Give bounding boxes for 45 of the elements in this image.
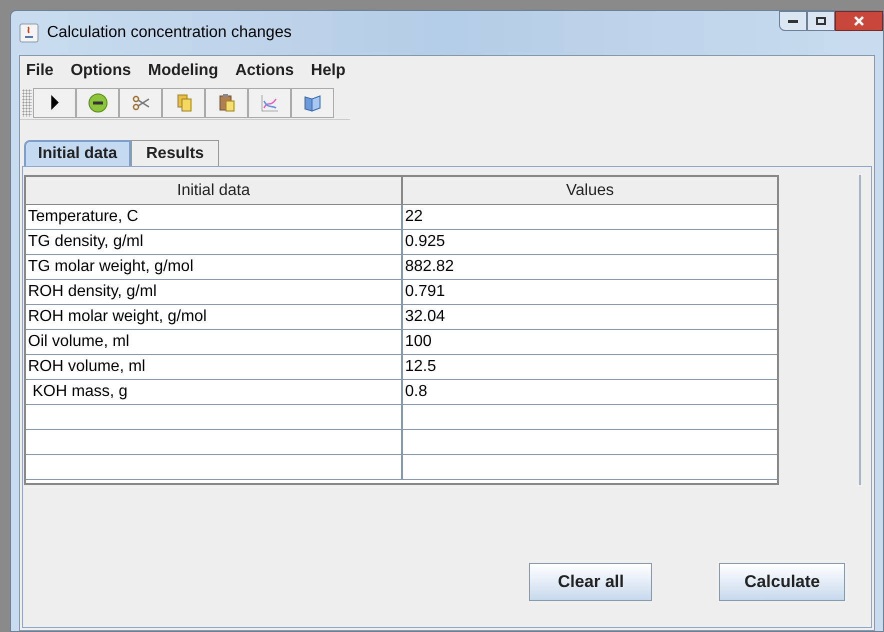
menu-item[interactable]: Modeling xyxy=(148,59,218,83)
minus-circle-icon xyxy=(88,92,108,112)
table-cell[interactable]: Temperature, C xyxy=(26,205,403,229)
menu-item[interactable]: File xyxy=(26,59,54,83)
book-icon xyxy=(302,92,322,112)
table-cell[interactable]: 22 xyxy=(403,205,777,229)
copy-button[interactable] xyxy=(162,88,205,118)
table-cell[interactable]: 0.791 xyxy=(403,280,777,304)
chart-icon xyxy=(260,92,280,112)
column-header[interactable]: Initial data xyxy=(26,177,403,204)
table-cell[interactable]: TG molar weight, g/mol xyxy=(26,255,403,279)
table-cell[interactable]: TG density, g/ml xyxy=(26,230,403,254)
play-icon xyxy=(50,95,58,110)
table-cell[interactable]: 32.04 xyxy=(403,305,777,329)
table-cell[interactable]: 882.82 xyxy=(403,255,777,279)
table-cell[interactable]: 12.5 xyxy=(403,355,777,379)
toolbar-grip[interactable] xyxy=(22,88,32,116)
table-cell[interactable]: ROH density, g/ml xyxy=(26,280,403,304)
maximize-button[interactable] xyxy=(807,11,835,31)
menu-item[interactable]: Help xyxy=(310,59,346,83)
menu-item[interactable]: Actions xyxy=(235,59,294,83)
table-cell[interactable]: Oil volume, ml xyxy=(26,330,403,354)
minimize-button[interactable] xyxy=(779,11,807,31)
table-cell[interactable]: KOH mass, g xyxy=(26,380,403,404)
table-cell[interactable]: ROH volume, ml xyxy=(26,355,403,379)
paste-button[interactable] xyxy=(205,88,248,118)
close-icon xyxy=(854,16,864,26)
chart-button[interactable] xyxy=(248,88,291,118)
action-button[interactable]: Calculate xyxy=(719,563,845,601)
action-button[interactable]: Clear all xyxy=(529,563,652,601)
table-cell[interactable]: 0.925 xyxy=(403,230,777,254)
menu-item[interactable]: Options xyxy=(70,59,131,83)
paste-icon xyxy=(216,92,236,112)
minus-circle-button[interactable] xyxy=(76,88,119,118)
tab[interactable]: Results xyxy=(131,140,219,166)
window-title: Calculation concentration changes xyxy=(47,23,292,43)
table-cell[interactable]: ROH molar weight, g/mol xyxy=(26,305,403,329)
column-header[interactable]: Values xyxy=(403,177,777,204)
book-button[interactable] xyxy=(291,88,334,118)
play-button[interactable] xyxy=(33,88,76,118)
close-button[interactable] xyxy=(835,11,883,31)
table-cell[interactable]: 100 xyxy=(403,330,777,354)
tab[interactable]: Initial data xyxy=(24,140,132,166)
scissors-button[interactable] xyxy=(119,88,162,118)
table-cell[interactable]: 0.8 xyxy=(403,380,777,404)
